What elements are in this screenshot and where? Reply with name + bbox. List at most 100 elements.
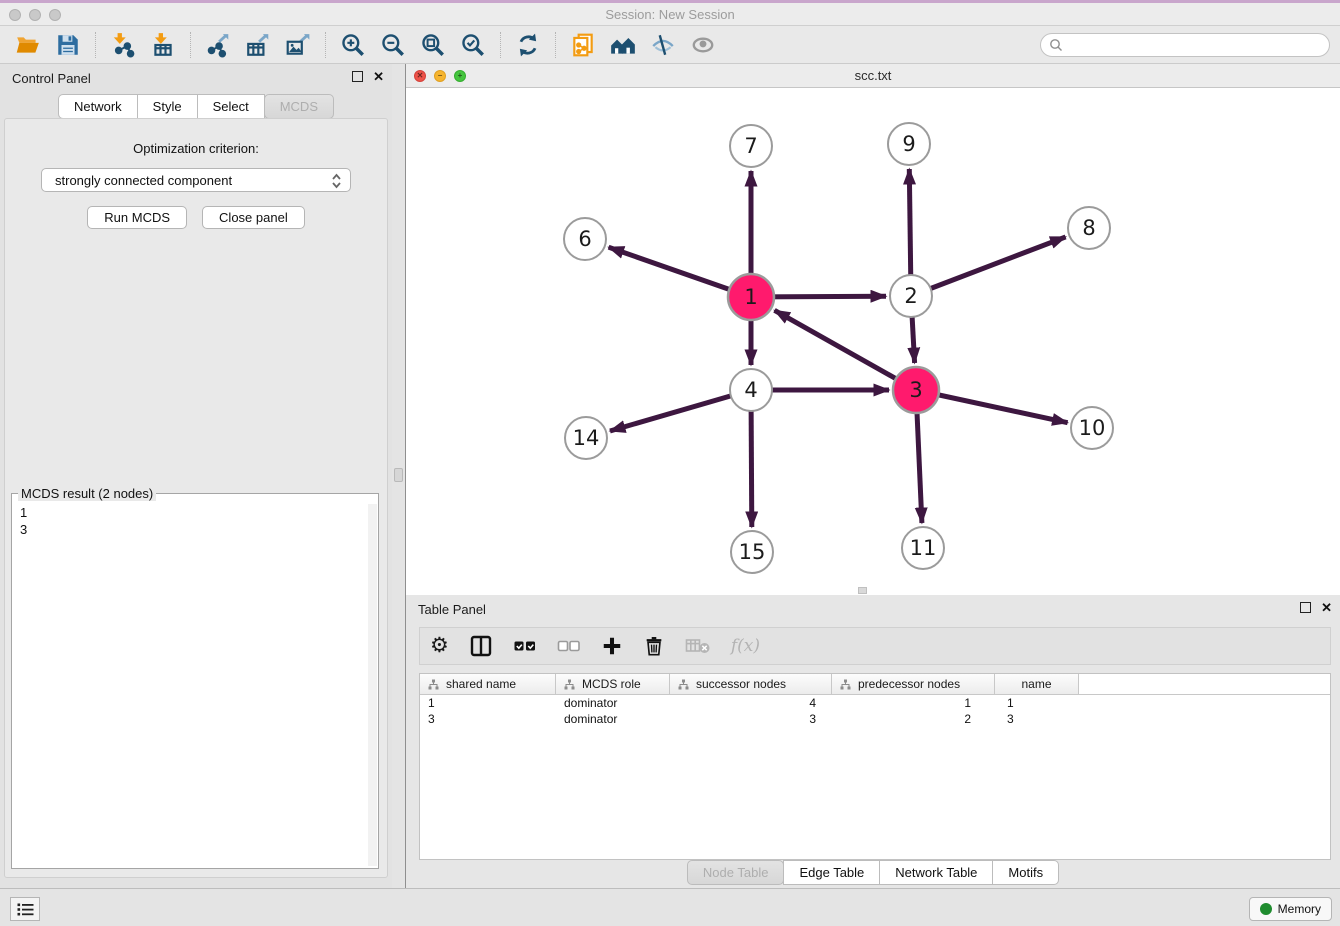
unchecked-boxes-icon [557,634,581,658]
select-all-columns-button[interactable] [513,631,537,661]
vertical-splitter-handle[interactable] [394,468,403,482]
edge-4-14[interactable] [610,390,751,431]
column-header-predecessor-nodes[interactable]: predecessor nodes [832,674,995,694]
toolbar-separator [555,32,556,58]
close-panel-icon[interactable]: ✕ [373,71,384,82]
zoom-in-icon [340,32,366,58]
float-panel-icon[interactable] [352,71,363,82]
tab-motifs[interactable]: Motifs [992,860,1059,885]
show-all-button[interactable] [688,30,718,60]
table-row[interactable]: 1dominator411 [420,695,1330,711]
network-canvas[interactable]: 7 9 6 8 1 2 4 3 14 10 15 11 [406,88,1340,595]
graph-node-2[interactable]: 2 [890,275,932,317]
table-cell: 2 [832,711,995,727]
search-input[interactable] [1063,35,1329,55]
graph-node-6[interactable]: 6 [564,218,606,260]
table-settings-button[interactable]: ⚙ [430,631,449,661]
task-history-button[interactable] [10,897,40,921]
open-folder-icon [15,32,41,58]
mcds-tab-content: Optimization criterion: strongly connect… [4,118,388,878]
result-scrollbar[interactable] [368,504,377,866]
tab-mcds[interactable]: MCDS [264,94,334,119]
tab-edge-table[interactable]: Edge Table [783,860,880,885]
export-table-button[interactable] [243,30,273,60]
graph-node-8[interactable]: 8 [1068,207,1110,249]
svg-text:3: 3 [909,378,922,402]
tab-node-table[interactable]: Node Table [687,860,785,885]
graph-node-9[interactable]: 9 [888,123,930,165]
eye-slash-icon [650,32,676,58]
toolbar-separator [190,32,191,58]
result-line: 3 [20,521,27,538]
open-session-button[interactable] [13,30,43,60]
gear-icon: ⚙ [430,635,449,657]
deselect-all-columns-button[interactable] [557,631,581,661]
float-panel-icon[interactable] [1300,602,1311,613]
optimization-criterion-label: Optimization criterion: [5,141,387,156]
tab-select[interactable]: Select [197,94,265,119]
edge-2-8[interactable] [911,237,1066,296]
control-panel-title: Control Panel [12,71,91,86]
import-table-button[interactable] [148,30,178,60]
svg-text:10: 10 [1079,416,1106,440]
zoom-selected-button[interactable] [458,30,488,60]
function-builder-button[interactable]: f(x) [731,631,760,661]
svg-text:6: 6 [578,227,591,251]
table-row[interactable]: 3dominator323 [420,711,1330,727]
table-cell: dominator [556,695,670,711]
graph-node-15[interactable]: 15 [731,531,773,573]
column-header-successor-nodes[interactable]: successor nodes [670,674,832,694]
delete-table-button[interactable] [685,631,711,661]
toolbar-separator [95,32,96,58]
graph-node-1[interactable]: 1 [728,274,774,320]
split-view-button[interactable] [469,631,493,661]
edge-3-1[interactable] [775,310,917,390]
graph-node-11[interactable]: 11 [902,527,944,569]
graph-node-4[interactable]: 4 [730,369,772,411]
criterion-dropdown[interactable]: strongly connected component [41,168,351,192]
graph-node-10[interactable]: 10 [1071,407,1113,449]
column-header-mcds-role[interactable]: MCDS role [556,674,670,694]
mcds-result-group: MCDS result (2 nodes) 13 [11,493,379,869]
split-view-icon [469,634,493,658]
main-area: ✕ − + scc.txt 7968124314101511 Table Pan… [405,64,1340,888]
chevron-updown-icon [331,172,342,193]
tab-network-table[interactable]: Network Table [879,860,993,885]
export-network-button[interactable] [203,30,233,60]
eye-icon [690,32,716,58]
zoom-in-button[interactable] [338,30,368,60]
home-button[interactable] [608,30,638,60]
add-column-button[interactable] [601,631,623,661]
import-network-button[interactable] [108,30,138,60]
delete-column-button[interactable] [643,631,665,661]
clone-network-button[interactable] [568,30,598,60]
export-image-icon [285,32,311,58]
graph-node-7[interactable]: 7 [730,125,772,167]
svg-text:15: 15 [739,540,766,564]
hide-selected-button[interactable] [648,30,678,60]
close-panel-icon[interactable]: ✕ [1321,602,1332,613]
table-cell: 3 [995,711,1079,727]
table-body: 1dominator4113dominator323 [420,695,1330,727]
run-mcds-button[interactable]: Run MCDS [87,206,187,229]
tab-style[interactable]: Style [137,94,198,119]
export-image-button[interactable] [283,30,313,60]
column-header-shared-name[interactable]: shared name [420,674,556,694]
save-session-button[interactable] [53,30,83,60]
graph-node-14[interactable]: 14 [565,417,607,459]
zoom-fit-icon [420,32,446,58]
zoom-fit-button[interactable] [418,30,448,60]
table-cell: dominator [556,711,670,727]
horizontal-splitter-handle[interactable] [858,587,867,594]
refresh-button[interactable] [513,30,543,60]
zoom-out-button[interactable] [378,30,408,60]
criterion-value: strongly connected component [55,173,232,188]
graph-node-3[interactable]: 3 [893,367,939,413]
tab-network[interactable]: Network [58,94,138,119]
plus-icon [601,635,623,657]
clone-network-icon [570,32,596,58]
memory-button[interactable]: Memory [1249,897,1332,921]
search-box[interactable] [1040,33,1330,57]
column-header-name[interactable]: name [995,674,1079,694]
close-panel-button[interactable]: Close panel [202,206,305,229]
